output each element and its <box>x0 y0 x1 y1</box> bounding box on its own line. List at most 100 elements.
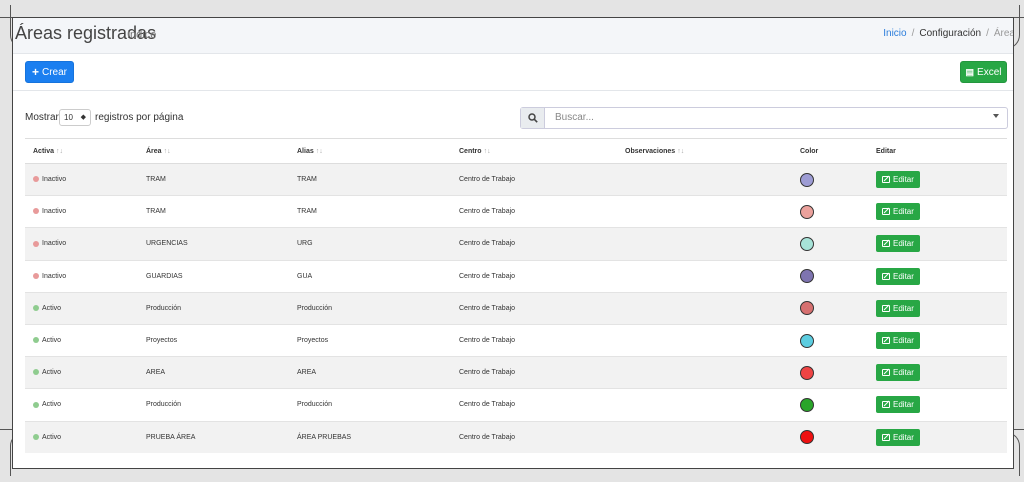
cell-observations <box>617 388 792 421</box>
edit-icon <box>882 433 890 441</box>
sort-icon: ↑↓ <box>163 147 171 155</box>
col-header-center[interactable]: Centro ↑↓ <box>451 138 617 164</box>
file-excel-icon: ▤ <box>965 66 975 77</box>
edit-button[interactable]: Editar <box>876 299 920 317</box>
col-header-alias[interactable]: Alias ↑↓ <box>289 138 451 164</box>
edit-button[interactable]: Editar <box>876 235 920 253</box>
updown-icon: ◆ <box>80 114 86 121</box>
edit-button-label: Editar <box>893 271 914 281</box>
cell-edit: Editar <box>868 195 1007 228</box>
edit-button-label: Editar <box>893 432 914 442</box>
edit-icon <box>882 304 890 312</box>
color-swatch <box>800 301 814 316</box>
excel-button-label: Excel <box>977 66 1002 78</box>
edit-button[interactable]: Editar <box>876 267 920 285</box>
cell-center: Centro de Trabajo <box>451 162 617 196</box>
search-icon <box>527 113 538 123</box>
status-dot <box>33 337 39 344</box>
cell-area: TRAM <box>138 162 289 196</box>
cell-status: Activo <box>25 388 138 421</box>
status-dot <box>33 434 39 440</box>
cell-center: Centro de Trabajo <box>451 388 617 421</box>
cell-observations <box>617 259 792 293</box>
table-row: Activo PRUEBA ÁREA ÁREA PRUEBAS Centro de T… <box>25 420 1007 454</box>
cell-area: GUARDIAS <box>138 259 289 293</box>
cell-edit: Editar <box>868 420 1007 454</box>
breadcrumb-separator: / <box>986 28 989 39</box>
sort-icon: ↑↓ <box>315 147 323 155</box>
breadcrumb-home-link[interactable]: Inicio <box>883 28 906 39</box>
cell-status: Activo <box>25 291 138 325</box>
table-row: Activo Proyectos Proyectos Centro de Trabaj… <box>25 323 1007 357</box>
breadcrumb-separator: / <box>911 28 915 39</box>
cell-area: PRUEBA ÁREA <box>138 420 289 454</box>
edit-button-label: Editar <box>893 207 914 217</box>
col-header-edit: Editar <box>868 138 1007 164</box>
cell-color <box>792 356 868 389</box>
sort-icon: ↑↓ <box>483 147 491 155</box>
show-label: Mostrar <box>25 112 59 123</box>
cell-area: Proyectos <box>138 323 289 357</box>
excel-export-button[interactable]: ▤ Excel <box>960 61 1007 83</box>
status-label: Inactivo <box>42 208 67 216</box>
edit-button[interactable]: Editar <box>876 428 920 446</box>
status-label: Inactivo <box>42 272 67 280</box>
col-header-active[interactable]: Activa ↑↓ <box>25 138 138 164</box>
table-row: Inactivo TRAM TRAM Centro de Trabajo Editar <box>25 162 1007 196</box>
breadcrumb: Inicio / Configuración / Área <box>883 28 1013 39</box>
cell-area: TRAM <box>138 195 289 228</box>
chevron-down-icon[interactable] <box>993 114 999 118</box>
edit-button[interactable]: Editar <box>876 203 920 221</box>
cell-status: Inactivo <box>25 195 138 228</box>
edit-icon <box>882 369 890 377</box>
create-button[interactable]: + Crear <box>25 61 74 83</box>
cell-center: Centro de Trabajo <box>451 356 617 389</box>
cell-color <box>792 195 868 228</box>
status-label: Activo <box>42 369 62 377</box>
status-label: Inactivo <box>42 240 67 248</box>
cell-status: Activo <box>25 323 138 357</box>
cell-edit: Editar <box>868 388 1007 421</box>
per-page-select[interactable]: 10 ◆ <box>59 109 91 126</box>
search-button[interactable] <box>521 108 545 128</box>
status-dot <box>33 305 39 311</box>
cell-color <box>792 323 868 357</box>
cell-color <box>792 420 868 454</box>
edit-button-label: Editar <box>893 303 914 313</box>
table-row: Activo Producción Producción Centro de Trab… <box>25 291 1007 325</box>
cell-edit: Editar <box>868 227 1007 261</box>
search-box[interactable]: Buscar... <box>520 107 1008 129</box>
status-label: Activo <box>42 304 62 312</box>
cell-alias: TRAM <box>289 195 451 228</box>
cell-edit: Editar <box>868 162 1007 196</box>
col-header-label: Alias <box>297 147 314 155</box>
edit-button[interactable]: Editar <box>876 171 920 189</box>
per-page-value: 10 <box>64 113 73 122</box>
edit-button-label: Editar <box>893 368 914 378</box>
plus-icon: + <box>31 65 39 79</box>
cell-status: Activo <box>25 356 138 389</box>
breadcrumb-config[interactable]: Configuración <box>919 28 981 39</box>
page-subtitle: Indice <box>127 29 157 41</box>
cell-alias: Producción <box>289 388 451 421</box>
color-swatch <box>800 365 814 380</box>
toolbar-divider <box>13 90 1013 91</box>
status-dot <box>33 369 39 376</box>
cell-edit: Editar <box>868 291 1007 325</box>
color-swatch <box>800 236 814 251</box>
table-row: Activo AREA AREA Centro de Trabajo Editar <box>25 356 1007 389</box>
col-header-area[interactable]: Área ↑↓ <box>138 138 289 164</box>
col-header-observations[interactable]: Observaciones ↑↓ <box>617 138 792 164</box>
cell-observations <box>617 420 792 454</box>
cell-observations <box>617 227 792 261</box>
status-dot <box>33 272 39 279</box>
edit-button[interactable]: Editar <box>876 364 920 382</box>
col-header-color: Color <box>792 138 868 164</box>
search-input[interactable]: Buscar... <box>555 112 594 123</box>
edit-icon <box>882 176 890 184</box>
edit-button[interactable]: Editar <box>876 396 920 414</box>
table-header-row: Activa ↑↓ Área ↑↓ Alias ↑↓ Centro ↑↓ Observa… <box>25 138 1007 164</box>
col-header-label: Centro <box>459 147 482 155</box>
edit-button[interactable]: Editar <box>876 332 920 350</box>
edit-icon <box>882 208 890 216</box>
